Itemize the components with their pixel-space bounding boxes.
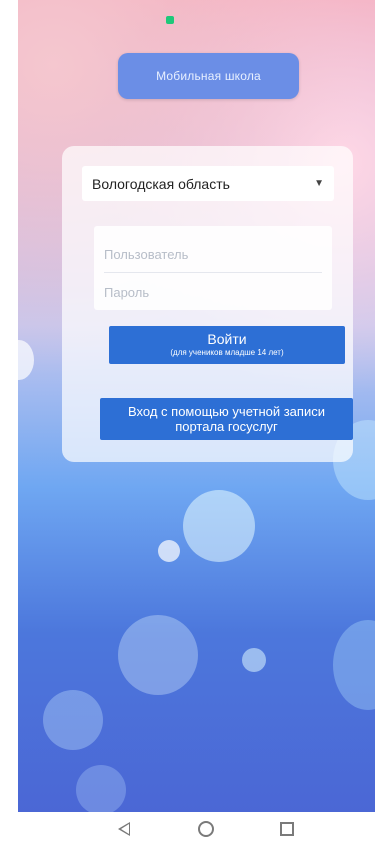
region-select[interactable]: Вологодская область ▼ xyxy=(82,166,334,201)
region-select-value: Вологодская область xyxy=(92,175,230,192)
login-button-label: Войти xyxy=(207,331,247,347)
dropdown-caret-icon: ▼ xyxy=(314,178,324,189)
login-button-note: (для учеников младше 14 лет) xyxy=(170,348,284,357)
background-bokeh xyxy=(118,615,198,695)
notification-icon xyxy=(166,16,174,24)
home-circle-icon[interactable] xyxy=(198,821,214,837)
background-bokeh xyxy=(43,690,103,750)
system-navigation-bar xyxy=(0,812,384,845)
back-triangle-icon[interactable] xyxy=(118,822,130,836)
app-logo: Мобильная школа xyxy=(118,53,299,99)
gosuslugi-login-button[interactable]: Вход с помощью учетной записи портала го… xyxy=(100,398,353,440)
recent-apps-square-icon[interactable] xyxy=(280,822,294,836)
status-bar xyxy=(18,0,375,24)
divider xyxy=(104,272,322,273)
background-bokeh xyxy=(183,490,255,562)
background-bokeh xyxy=(333,620,375,710)
login-card: Вологодская область ▼ Войти (для ученико… xyxy=(62,146,353,462)
app-screen: Мобильная школа Вологодская область ▼ Во… xyxy=(18,0,375,812)
password-input[interactable] xyxy=(94,274,332,310)
login-button[interactable]: Войти (для учеников младше 14 лет) xyxy=(109,326,345,364)
credentials-box xyxy=(94,226,332,310)
background-bokeh xyxy=(242,648,266,672)
background-bokeh xyxy=(158,540,180,562)
background-bokeh xyxy=(18,340,34,380)
username-input[interactable] xyxy=(94,236,332,272)
background-bokeh xyxy=(76,765,126,812)
